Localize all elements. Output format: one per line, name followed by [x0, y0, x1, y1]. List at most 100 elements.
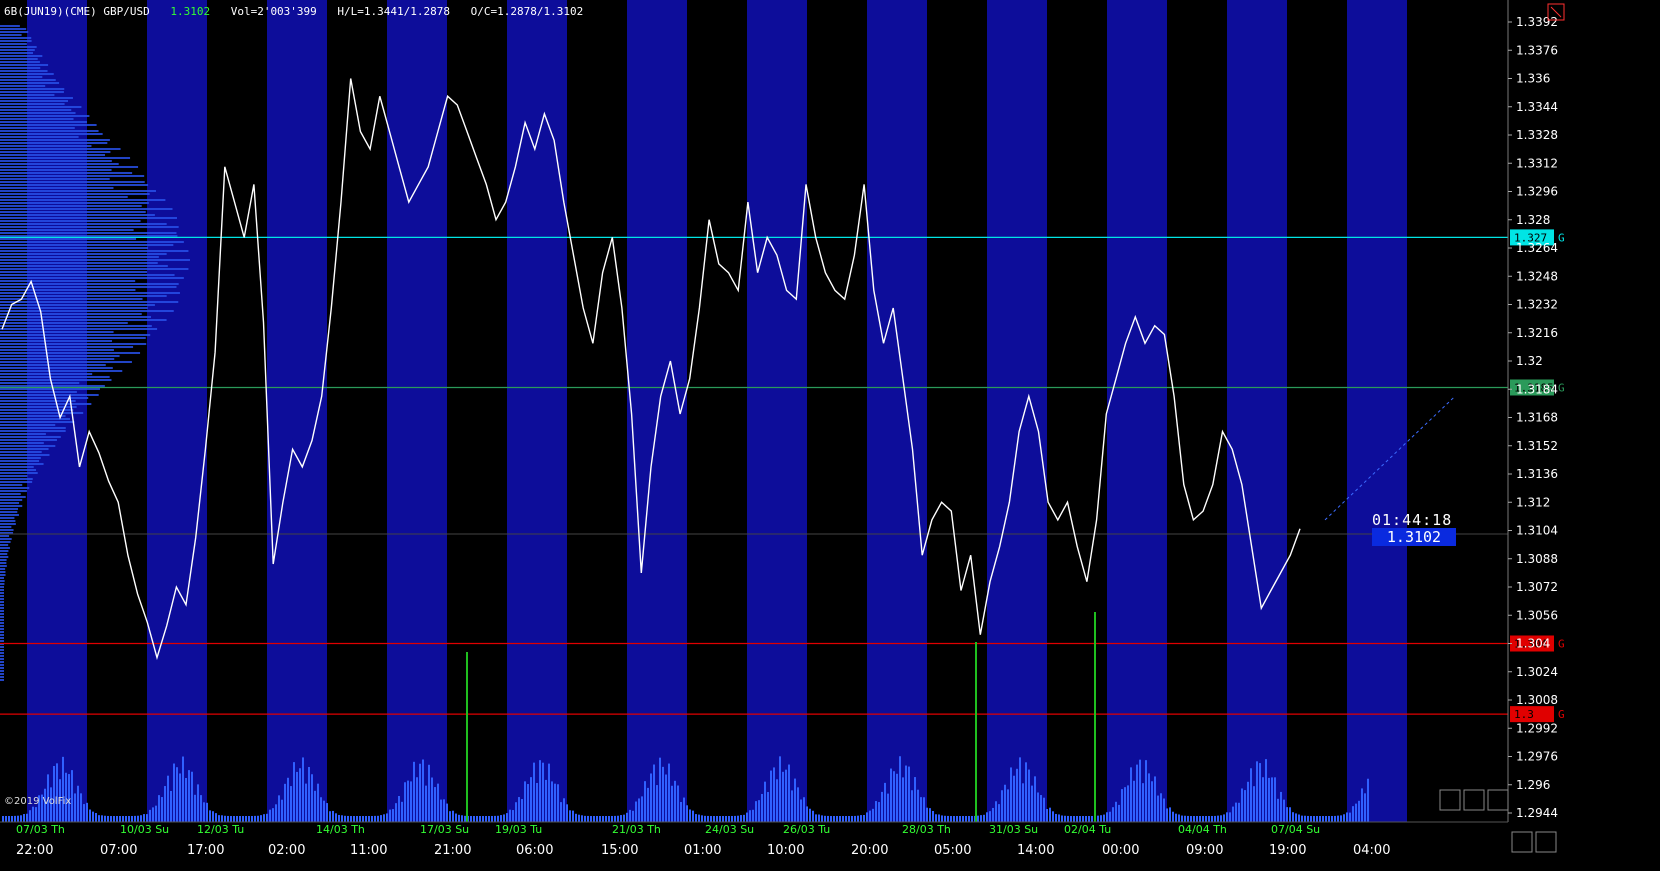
volume-bar	[11, 815, 13, 822]
profile-bar	[0, 115, 90, 117]
volume-bar	[797, 787, 799, 822]
volume-bar	[287, 777, 289, 822]
volume-bar	[371, 815, 373, 822]
profile-bar	[0, 526, 12, 528]
session-band	[327, 0, 387, 822]
volume-bar	[629, 809, 631, 822]
profile-bar	[0, 442, 44, 444]
volume-bar	[554, 783, 556, 822]
volume-bar	[917, 789, 919, 822]
volume-spike	[975, 642, 977, 822]
volume-bar	[74, 793, 76, 822]
volume-bar	[32, 806, 34, 822]
volume-bar	[1253, 786, 1255, 822]
profile-bar	[0, 289, 136, 291]
volume-bar	[17, 815, 19, 822]
volume-bar	[551, 781, 553, 822]
volume-bar	[497, 815, 499, 822]
tool-icon[interactable]	[1511, 831, 1533, 853]
volume-bar	[1259, 763, 1261, 822]
volume-bar	[1055, 813, 1057, 822]
volume-bar	[962, 816, 964, 822]
volume-bar	[1034, 776, 1036, 822]
volume-bar	[875, 801, 877, 822]
profile-bar	[0, 340, 112, 342]
volume-bar	[1358, 800, 1360, 822]
volume-bar	[1301, 815, 1303, 822]
volume-bar	[953, 815, 955, 822]
volume-bar	[305, 783, 307, 822]
profile-bar	[0, 292, 180, 294]
volume-bar	[86, 802, 88, 822]
profile-bar	[0, 196, 128, 198]
volume-bar	[1106, 812, 1108, 822]
volume-bar	[1121, 789, 1123, 822]
volume-bar	[455, 813, 457, 822]
volume-bar	[464, 815, 466, 822]
session-band	[747, 0, 807, 822]
volume-bar	[1334, 815, 1336, 822]
volume-bar	[719, 816, 721, 822]
volume-bar	[320, 797, 322, 822]
volume-bar	[224, 815, 226, 822]
volume-bar	[329, 811, 331, 822]
profile-bar	[0, 616, 4, 618]
volume-bar	[977, 815, 979, 822]
volume-bar	[617, 815, 619, 822]
volume-bar	[1019, 757, 1021, 822]
volume-bar	[1277, 798, 1279, 822]
price-chart[interactable]: 1.327 G1.3185 G1.304 G1.3 G 1.33921.33761.33…	[0, 0, 1660, 871]
time-label: 10:00	[767, 843, 804, 858]
volume-bar	[254, 815, 256, 822]
tool-icon[interactable]	[1535, 831, 1557, 853]
profile-bar	[0, 460, 40, 462]
volume-bar	[632, 810, 634, 822]
profile-bar	[0, 187, 114, 189]
profile-bar	[0, 184, 149, 186]
date-label: 28/03 Th	[902, 823, 951, 836]
volume-bar	[518, 797, 520, 822]
volume-bar	[29, 810, 31, 822]
price-tick-label: 1.304	[1516, 637, 1550, 651]
session-band	[987, 0, 1047, 822]
profile-bar	[0, 172, 133, 174]
volume-bar	[236, 815, 238, 822]
profile-bar	[0, 139, 110, 141]
tool-icon[interactable]	[1439, 789, 1461, 811]
profile-bar	[0, 328, 158, 330]
volume-bar	[1091, 815, 1093, 822]
volume-bar	[1178, 814, 1180, 822]
volume-bar	[902, 777, 904, 822]
tool-icon[interactable]	[1487, 789, 1509, 811]
volume-bar	[1112, 807, 1114, 822]
volume-bar	[449, 811, 451, 822]
tool-icon[interactable]	[1463, 789, 1485, 811]
volume-bar	[344, 815, 346, 822]
volume-bar	[857, 815, 859, 822]
volume-bar	[83, 804, 85, 822]
volume-bar	[896, 773, 898, 822]
volume-bar	[677, 785, 679, 822]
profile-bar	[0, 112, 76, 114]
volume-bar	[1313, 815, 1315, 822]
volume-bar	[98, 815, 100, 822]
volume-bar	[1010, 767, 1012, 822]
volume-bar	[872, 808, 874, 822]
volume-bar	[212, 811, 214, 822]
time-label: 07:00	[100, 843, 137, 858]
volume-bar	[392, 809, 394, 822]
profile-bar	[0, 664, 4, 666]
profile-bar	[0, 136, 79, 138]
volume-bar	[14, 815, 16, 822]
profile-bar	[0, 436, 61, 438]
volume-bar	[218, 815, 220, 822]
volume-bar	[179, 773, 181, 822]
volume-bar	[935, 814, 937, 822]
profile-bar	[0, 637, 4, 639]
profile-bar	[0, 148, 121, 150]
volume-bar	[1184, 815, 1186, 822]
volume-bar	[887, 793, 889, 822]
volume-bar	[1202, 816, 1204, 822]
profile-bar	[0, 661, 4, 663]
volume-bar	[1322, 816, 1324, 822]
